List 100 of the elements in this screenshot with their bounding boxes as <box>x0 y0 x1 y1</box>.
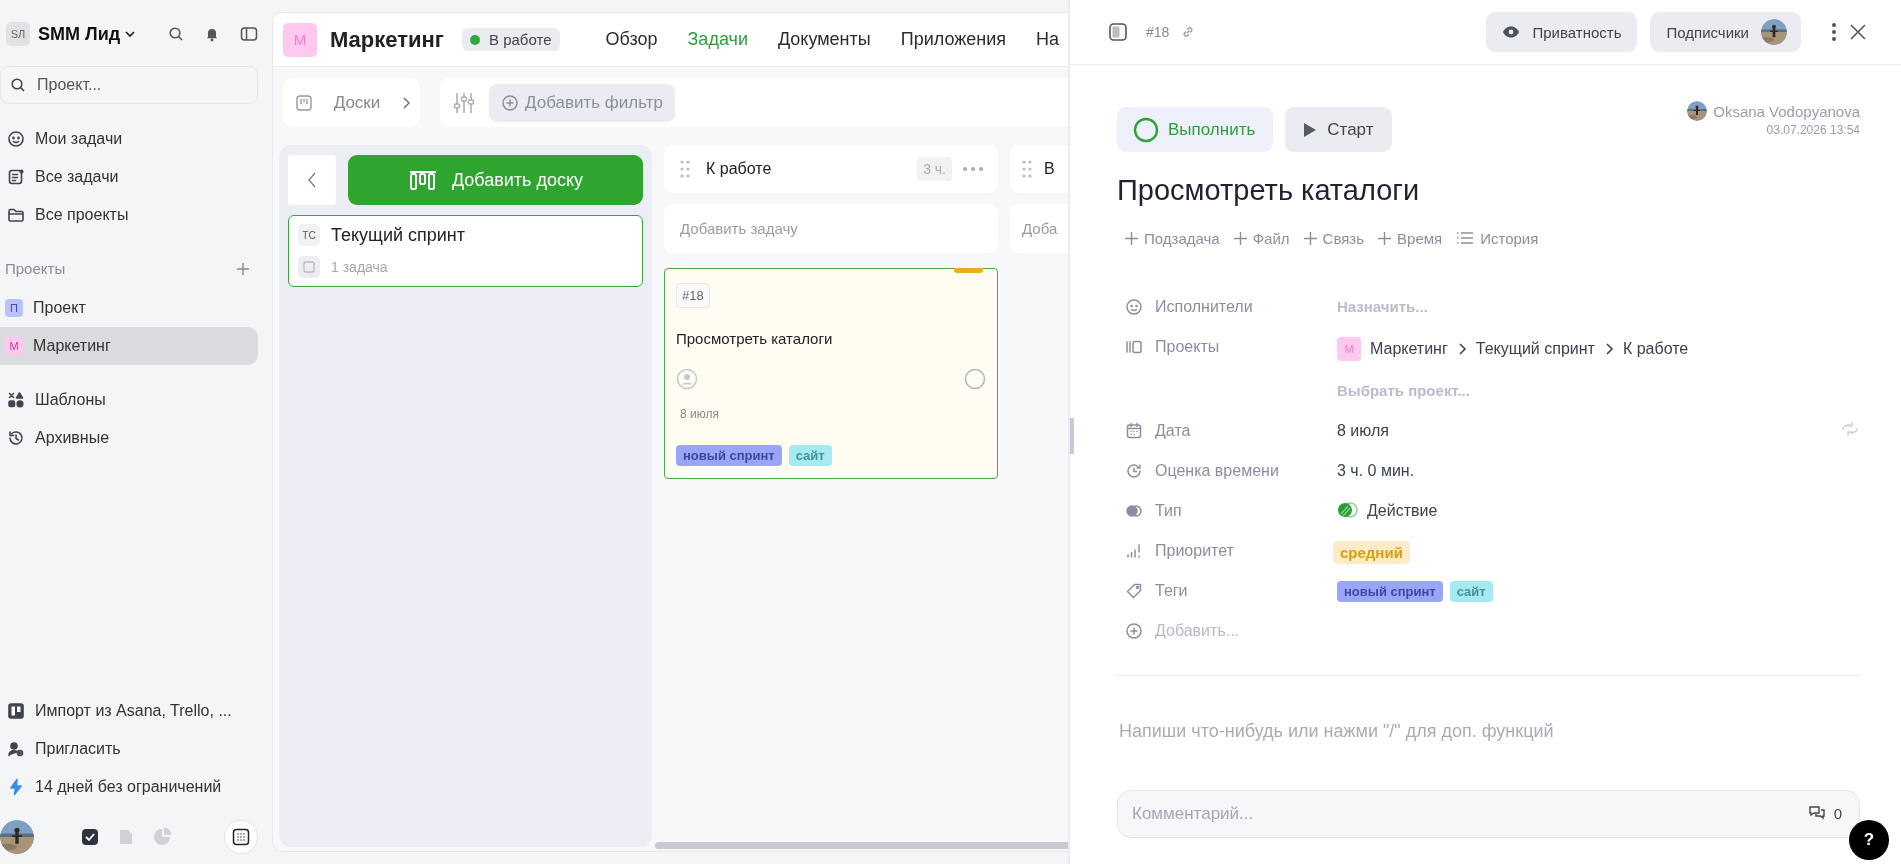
plus-circle-icon <box>1125 621 1143 640</box>
field-label: Проекты <box>1155 337 1220 356</box>
play-icon <box>1303 121 1318 138</box>
tab[interactable]: Обзор <box>605 29 658 50</box>
tab[interactable]: На <box>1036 29 1060 50</box>
list-icon <box>7 168 25 186</box>
sliders-icon[interactable] <box>453 90 475 115</box>
board-avatar: ТС <box>298 224 320 246</box>
eye-icon <box>1502 25 1521 39</box>
chevron-left-icon <box>306 170 318 190</box>
breadcrumb-link[interactable]: К работе <box>1622 338 1689 359</box>
project-title: Маркетинг <box>330 26 444 53</box>
time-estimate: 3 ч. <box>917 157 952 181</box>
task-number: #18 <box>676 283 710 308</box>
subscribers-button[interactable]: Подписчики <box>1650 12 1801 52</box>
complete-circle-icon[interactable] <box>964 368 986 390</box>
board-icon <box>298 256 320 278</box>
more-icon[interactable] <box>1831 22 1837 42</box>
boards-button[interactable]: Доски <box>283 78 420 127</box>
link-icon[interactable] <box>1181 25 1196 39</box>
column-title: К работе <box>706 160 772 178</box>
task-card[interactable]: #18 Просмотреть каталоги 8 июля новый спринт сайт <box>664 268 998 479</box>
project-avatar: П <box>5 299 23 317</box>
field-value[interactable]: 8 июля <box>1337 420 1389 441</box>
plus-icon <box>1378 231 1392 245</box>
workspace-switcher[interactable]: SMM Лид <box>38 23 137 45</box>
search-field[interactable]: Проект... <box>0 66 258 104</box>
start-button[interactable]: Старт <box>1285 107 1392 152</box>
field-value[interactable]: Действие <box>1367 500 1438 521</box>
close-icon[interactable] <box>1849 23 1867 41</box>
grid-icon <box>232 828 250 846</box>
apps-button[interactable] <box>224 820 258 854</box>
status-badge[interactable]: В работе <box>462 28 560 51</box>
section-heading: Проекты <box>5 260 66 277</box>
field-label: Приоритет <box>1155 541 1234 560</box>
project-item[interactable]: П Проект <box>0 289 258 327</box>
history-icon <box>7 429 25 447</box>
breadcrumb-link[interactable]: Маркетинг <box>1370 338 1448 359</box>
project-avatar: М <box>5 337 23 355</box>
add-user-icon <box>7 740 25 758</box>
chevron-right-icon <box>1456 341 1467 356</box>
task-title: Просмотреть каталоги <box>1117 173 1421 208</box>
user-placeholder-icon[interactable] <box>676 368 698 390</box>
folder-icon <box>7 206 25 224</box>
scrollbar[interactable] <box>655 842 1068 849</box>
created-date: 03.07.2026 13:54 <box>1766 123 1860 137</box>
add-icon[interactable] <box>236 261 250 276</box>
calendar-icon <box>1125 421 1143 440</box>
comment-count: 0 <box>1833 804 1842 822</box>
sidebar-toggle-icon[interactable] <box>240 26 258 42</box>
type-icon <box>1337 500 1359 519</box>
board-icon <box>407 169 438 191</box>
nav-item[interactable]: Мои задачи <box>0 120 258 158</box>
clock-icon <box>1125 461 1143 480</box>
resize-handle[interactable] <box>1070 418 1074 454</box>
board-icon <box>295 93 313 112</box>
privacy-button[interactable]: Приватность <box>1486 12 1638 52</box>
tag: сайт <box>1449 580 1493 602</box>
nav-item[interactable]: Архивные <box>0 419 258 457</box>
tag: сайт <box>788 445 832 466</box>
repeat-icon[interactable] <box>1840 420 1860 437</box>
breadcrumb-link[interactable]: Текущий спринт <box>1475 338 1595 359</box>
smiley-icon <box>7 130 25 148</box>
description-field[interactable]: Напиши что-нибудь или нажми "/" для доп. функций <box>1117 715 1864 748</box>
nav-item[interactable]: Все проекты <box>0 196 258 234</box>
drag-handle-icon[interactable] <box>680 159 690 179</box>
tab[interactable]: Документы <box>777 29 871 50</box>
search-icon[interactable] <box>168 26 184 42</box>
task-number: #18 <box>1146 24 1170 40</box>
project-item[interactable]: М Маркетинг <box>0 327 258 365</box>
tag-icon <box>1125 581 1143 600</box>
shapes-icon <box>7 391 25 409</box>
nav-item[interactable]: Все задачи <box>0 158 258 196</box>
checkbox-icon[interactable] <box>80 827 100 847</box>
field-value[interactable]: 3 ч. 0 мин. <box>1337 460 1415 481</box>
field-label: Исполнители <box>1155 297 1253 316</box>
board-card[interactable]: ТС Текущий спринт 1 задача <box>288 215 643 287</box>
nav-item[interactable]: Пригласить <box>0 730 258 768</box>
plus-icon <box>1303 231 1317 245</box>
pie-chart-icon[interactable] <box>152 827 172 847</box>
project-avatar: М <box>1337 336 1361 361</box>
chevron-down-icon <box>124 28 137 40</box>
task-count: 1 задача <box>331 259 388 275</box>
field-label: Оценка времени <box>1155 461 1279 480</box>
smiley-icon <box>1125 297 1143 316</box>
tab[interactable]: Приложения <box>900 29 1007 50</box>
plus-circle-icon <box>501 93 519 112</box>
nav-item[interactable]: 14 дней без ограничений <box>0 768 258 806</box>
comments-icon <box>1807 805 1826 822</box>
help-button[interactable]: ? <box>1849 820 1889 860</box>
circle-icon <box>1133 116 1159 143</box>
nav-item[interactable]: Импорт из Asana, Trello, ... <box>0 692 258 730</box>
search-icon <box>10 77 26 93</box>
drag-handle-icon[interactable] <box>1022 159 1032 179</box>
tag: новый спринт <box>1337 580 1443 602</box>
board-name: Текущий спринт <box>331 224 465 246</box>
field-label: Теги <box>1155 581 1188 600</box>
panel-icon[interactable] <box>1108 22 1128 42</box>
nav-item[interactable]: Шаблоны <box>0 381 258 419</box>
column-title: В <box>1044 160 1055 178</box>
